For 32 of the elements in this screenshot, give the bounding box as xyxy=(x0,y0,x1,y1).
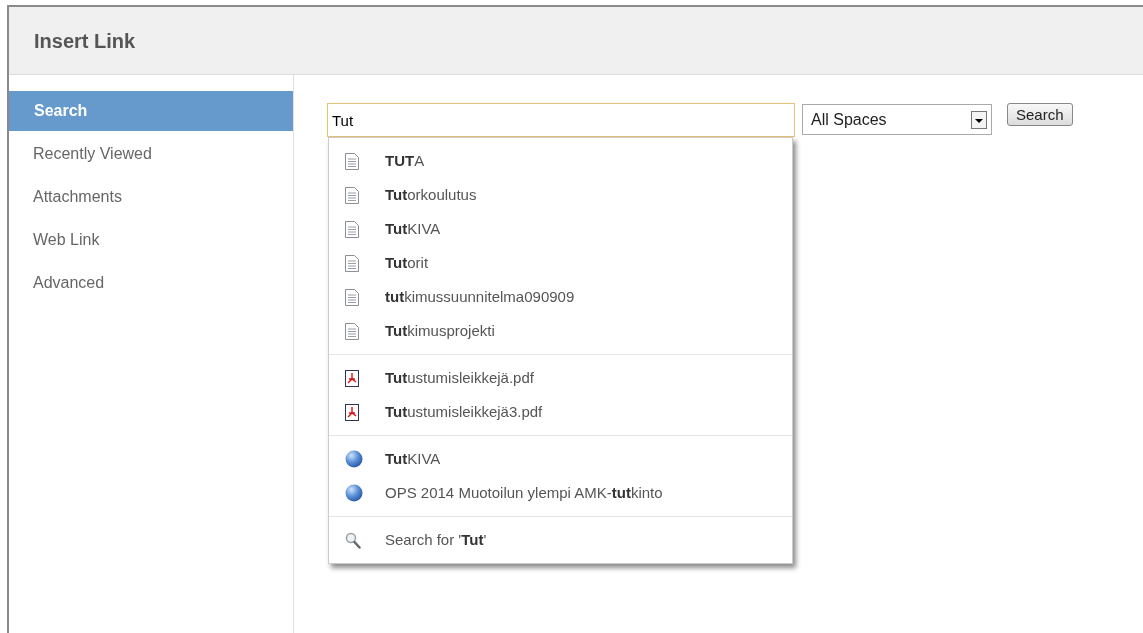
pdf-icon xyxy=(345,369,359,387)
suggestion-link[interactable]: tutkimussuunnitelma090909 xyxy=(385,285,575,309)
document-icon xyxy=(345,288,359,306)
pdf-icon xyxy=(345,403,359,421)
suggestion-link[interactable]: Tutorkoulutus xyxy=(385,183,477,207)
dropdown-value: All Spaces xyxy=(811,109,887,130)
globe-icon xyxy=(345,450,363,468)
globe-icon xyxy=(345,484,363,502)
sidebar-item[interactable]: Web Link xyxy=(9,220,293,260)
sidebar-item[interactable]: Attachments xyxy=(9,177,293,217)
suggestion-link[interactable]: Tutustumisleikkejä3.pdf xyxy=(385,400,543,424)
sidebar-item[interactable]: Recently Viewed xyxy=(9,134,293,174)
document-icon xyxy=(345,254,359,272)
document-icon xyxy=(345,152,359,170)
suggestion-link[interactable]: Search for 'Tut' xyxy=(385,528,487,552)
document-icon xyxy=(345,322,359,340)
sidebar-item[interactable]: Advanced xyxy=(9,263,293,303)
search-icon xyxy=(345,531,361,549)
search-field[interactable]: Tut xyxy=(327,103,795,137)
suggestion-link[interactable]: TUTA xyxy=(385,149,425,173)
suggestion-link[interactable]: TutKIVA xyxy=(385,447,441,471)
space-dropdown[interactable]: All Spaces xyxy=(802,104,992,135)
suggestion-link[interactable]: Tutorit xyxy=(385,251,429,275)
document-icon xyxy=(345,220,359,238)
suggestion-link[interactable]: OPS 2014 Muotoilun ylempi AMK-tutkinto xyxy=(385,481,663,505)
suggestion-link[interactable]: Tutustumisleikkejä.pdf xyxy=(385,366,534,390)
search-button[interactable]: Search xyxy=(1007,103,1073,126)
suggestion-link[interactable]: TutKIVA xyxy=(385,217,441,241)
suggestion-link[interactable]: Tutkimusprojekti xyxy=(385,319,495,343)
caret-icon xyxy=(971,110,987,129)
document-icon xyxy=(345,186,359,204)
window-title: Insert Link xyxy=(34,28,136,54)
